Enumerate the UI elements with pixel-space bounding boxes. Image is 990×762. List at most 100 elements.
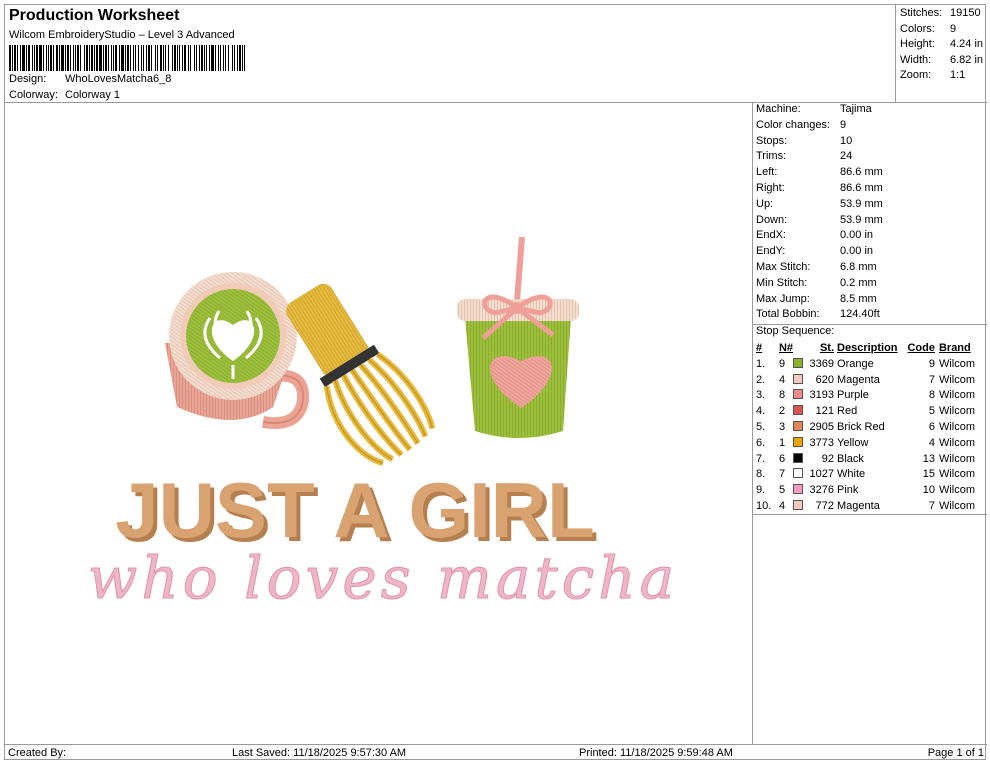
color-swatch (793, 373, 804, 384)
color-description: Magenta (837, 373, 880, 386)
color-description: Orange (837, 357, 874, 370)
stop-number: 2. (756, 373, 766, 386)
machine-info-value: 0.00 in (840, 229, 874, 242)
needle-number: 1 (778, 436, 786, 449)
design-value: WhoLovesMatcha6_8 (65, 73, 172, 85)
last-saved: Last Saved: 11/18/2025 9:57:30 AM (232, 747, 407, 759)
needle-number: 2 (778, 405, 786, 418)
machine-info-label: Up: (756, 197, 774, 210)
machine-info-value: 8.5 mm (840, 292, 877, 305)
stop-number: 8. (756, 468, 766, 481)
stitch-count: 2905 (809, 421, 835, 434)
summary-row: Height: 4.24 in (900, 38, 984, 51)
colorway-value: Colorway 1 (65, 89, 121, 101)
table-row: 1. 9 3369 Orange 9 Wilcom (753, 356, 987, 372)
stitch-count: 3276 (809, 484, 835, 497)
machine-info-value: 0.00 in (840, 245, 874, 258)
color-swatch-cell (793, 356, 807, 372)
machine-info-row: Color changes: 9 (753, 119, 987, 135)
color-swatch (793, 405, 804, 416)
stop-number: 5. (756, 421, 766, 434)
color-swatch-cell (793, 435, 807, 451)
summary-row: Colors: 9 (900, 22, 957, 35)
stitch-count: 3369 (809, 357, 835, 370)
color-code: 6 (928, 421, 935, 434)
thread-brand: Wilcom (938, 405, 976, 418)
machine-info-row: Max Stitch: 6.8 mm (753, 261, 987, 277)
printed-date: Printed: 11/18/2025 9:59:48 AM (579, 747, 733, 759)
color-swatch-cell (793, 388, 807, 404)
machine-info-label: Down: (756, 213, 788, 226)
machine-info-label: Max Jump: (756, 292, 810, 305)
machine-info-label: Machine: (756, 103, 801, 115)
table-row: 8. 7 1027 White 15 Wilcom (753, 467, 987, 483)
created-by: Created By: (8, 747, 67, 759)
design-preview: JUST A GIRL JUST A GIRL who loves matcha (5, 103, 753, 744)
stop-sequence: Stop Sequence: # N# St. Description Code… (753, 325, 987, 515)
stop-number: 3. (756, 389, 766, 402)
thread-brand: Wilcom (938, 452, 976, 465)
color-code: 10 (922, 484, 935, 497)
stop-table: # N# St. Description Code Brand 1. 9 3369 O… (753, 341, 987, 514)
script-text: who loves matcha (88, 544, 678, 612)
table-row: 6. 1 3773 Yellow 4 Wilcom (753, 435, 987, 451)
thread-brand: Wilcom (938, 421, 976, 434)
worksheet-header: Production Worksheet Wilcom EmbroiderySt… (5, 5, 895, 103)
color-swatch-cell (793, 372, 807, 388)
color-code: 7 (928, 373, 935, 386)
thread-brand: Wilcom (938, 373, 976, 386)
info-panel: Machine: Tajima Color changes: 9 Stops: 10 Tri… (753, 103, 987, 515)
colorway-row: Colorway: Colorway 1 (9, 89, 120, 101)
thread-brand: Wilcom (938, 484, 976, 497)
software-name: Wilcom EmbroideryStudio – Level 3 Advanc… (9, 29, 235, 41)
thread-brand: Wilcom (938, 357, 976, 370)
table-row: 2. 4 620 Magenta 7 Wilcom (753, 372, 987, 388)
summary-row: Zoom: 1:1 (900, 69, 966, 82)
svg-text:JUST A GIRL: JUST A GIRL (115, 466, 595, 554)
machine-info-row: Right: 86.6 mm (753, 182, 987, 198)
color-description: Purple (837, 389, 869, 402)
color-description: Magenta (837, 500, 880, 513)
stop-number: 1. (756, 357, 766, 370)
machine-info-row: Down: 53.9 mm (753, 214, 987, 230)
machine-info: Machine: Tajima Color changes: 9 Stops: 10 Tri… (753, 103, 987, 324)
barcode (9, 45, 247, 71)
table-row: 3. 8 3193 Purple 8 Wilcom (753, 388, 987, 404)
color-description: Red (837, 405, 858, 418)
needle-number: 7 (778, 468, 786, 481)
machine-info-value: Tajima (840, 103, 872, 115)
thread-brand: Wilcom (938, 468, 976, 481)
embroidery-design: JUST A GIRL JUST A GIRL who loves matcha (87, 236, 678, 613)
color-code: 5 (928, 405, 935, 418)
color-code: 13 (922, 452, 935, 465)
machine-info-value: 10 (840, 134, 853, 147)
needle-number: 4 (778, 373, 786, 386)
color-swatch-cell (793, 403, 807, 419)
color-code: 8 (928, 389, 935, 402)
color-code: 7 (928, 500, 935, 513)
color-description: Brick Red (837, 421, 885, 434)
stitch-count: 772 (815, 500, 835, 513)
color-swatch-cell (793, 419, 807, 435)
table-row: 9. 5 3276 Pink 10 Wilcom (753, 482, 987, 498)
stitch-count: 1027 (809, 468, 835, 481)
machine-info-value: 24 (840, 150, 853, 163)
col-code: Code (907, 342, 935, 355)
table-row: 7. 6 92 Black 13 Wilcom (753, 451, 987, 467)
col-needle: N# (778, 342, 794, 355)
machine-info-value: 53.9 mm (840, 213, 883, 226)
machine-info-row: Machine: Tajima (753, 103, 987, 119)
col-swatch (793, 341, 807, 356)
summary-box: Stitches: 19150 Colors: 9 Height: 4.24 in W… (895, 5, 987, 103)
stitch-count: 92 (821, 452, 835, 465)
color-swatch-cell (793, 482, 807, 498)
machine-info-row: Up: 53.9 mm (753, 198, 987, 214)
color-description: Pink (837, 484, 859, 497)
machine-info-value: 0.2 mm (840, 276, 877, 289)
matcha-cup-icon (457, 236, 579, 438)
machine-info-value: 86.6 mm (840, 166, 883, 179)
color-code: 4 (928, 436, 935, 449)
machine-info-label: Stops: (756, 134, 788, 147)
needle-number: 6 (778, 452, 786, 465)
needle-number: 5 (778, 484, 786, 497)
